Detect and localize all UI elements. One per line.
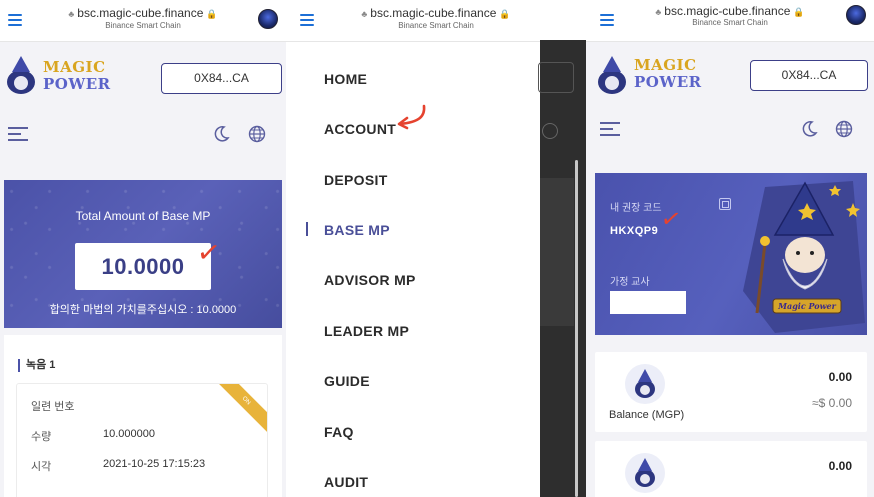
- mgp-token-icon: [625, 364, 665, 404]
- magic-power-logo[interactable]: MAGIC POWER: [594, 54, 701, 98]
- wizard-logo-icon: [3, 56, 39, 96]
- globe-icon[interactable]: [835, 120, 853, 138]
- site-icon: ♣: [68, 9, 75, 19]
- copy-icon[interactable]: [719, 198, 731, 210]
- browser-bar: ♣ bsc.magic-cube.finance 🔒 Binance Smart C…: [0, 0, 286, 42]
- globe-icon[interactable]: [248, 125, 266, 143]
- url-bar[interactable]: ♣ bsc.magic-cube.finance 🔒: [0, 6, 286, 20]
- nav-menu-screen: ♣ bsc.magic-cube.finance 🔒 Binance Smart C…: [286, 0, 586, 497]
- balance-card-2: 0.00: [595, 441, 867, 497]
- account-screen: ♣ bsc.magic-cube.finance 🔒 Binance Smart C…: [586, 0, 874, 497]
- nav-item-advisor-mp[interactable]: ADVISOR MP: [324, 272, 416, 288]
- quantity-label: 수량: [31, 431, 52, 443]
- record-details: ON 일련 번호 수량 10.000000 시각 2021-10-25 17:15:…: [16, 383, 268, 497]
- nav-item-guide[interactable]: GUIDE: [324, 373, 370, 389]
- referral-card: 내 권장 코드 HKXQP9 ✓ 가정 교사 Magic Power: [595, 173, 867, 335]
- hamburger-menu-icon[interactable]: [600, 122, 620, 136]
- scrollbar[interactable]: [575, 160, 578, 497]
- moon-icon[interactable]: [212, 125, 230, 143]
- magic-power-logo[interactable]: MAGIC POWER: [3, 54, 110, 98]
- nav-item-base-mp[interactable]: BASE MP: [324, 222, 390, 238]
- time-value: 2021-10-25 17:15:23: [103, 458, 206, 470]
- referral-label: 내 권장 코드: [610, 203, 662, 214]
- url-text: bsc.magic-cube.finance: [77, 6, 204, 20]
- logo-text-magic: MAGIC: [43, 58, 106, 76]
- serial-label: 일련 번호: [31, 401, 75, 413]
- serial-row: 일련 번호: [31, 398, 75, 414]
- site-icon: ♣: [655, 7, 662, 17]
- active-indicator: [306, 222, 308, 236]
- status-ribbon: ON: [209, 384, 267, 438]
- url-bar[interactable]: ♣ bsc.magic-cube.finance 🔒: [586, 4, 874, 18]
- logo-text-magic: MAGIC: [634, 56, 697, 74]
- wizard-logo-icon: [594, 56, 630, 96]
- tutor-label: 가정 교사: [610, 277, 650, 288]
- logo-text-power: POWER: [634, 73, 702, 91]
- base-mp-screen: ♣ bsc.magic-cube.finance 🔒 Binance Smart C…: [0, 0, 286, 497]
- lock-icon: 🔒: [206, 9, 218, 19]
- avatar[interactable]: [258, 9, 278, 29]
- nav-item-leader-mp[interactable]: LEADER MP: [324, 323, 409, 339]
- browser-bar: ♣ bsc.magic-cube.finance 🔒 Binance Smart C…: [286, 0, 586, 42]
- base-mp-value: 10.0000: [75, 243, 211, 290]
- balance-value-2: 0.00: [828, 459, 852, 473]
- balance-label: Balance (MGP): [609, 409, 685, 421]
- time-label: 시각: [31, 461, 52, 473]
- browser-bar: ♣ bsc.magic-cube.finance 🔒 Binance Smart C…: [586, 0, 874, 42]
- logo-text-power: POWER: [43, 75, 111, 93]
- url-bar[interactable]: ♣ bsc.magic-cube.finance 🔒: [286, 6, 586, 20]
- nav-item-faq[interactable]: FAQ: [324, 424, 354, 440]
- wallet-address-button[interactable]: 0X84...CA: [750, 60, 868, 91]
- moon-icon[interactable]: [800, 120, 818, 138]
- base-mp-card: Total Amount of Base MP 10.0000 ✓ 합의한 마법…: [4, 180, 282, 328]
- wallet-address-button[interactable]: 0X84...CA: [161, 63, 282, 94]
- nav-item-home[interactable]: HOME: [324, 71, 367, 87]
- tutor-value-redacted: [610, 291, 686, 314]
- record-card: 녹음 1 ON 일련 번호 수량 10.000000 시각 2021-10-25 1…: [4, 335, 282, 497]
- base-mp-title: Total Amount of Base MP: [75, 209, 211, 223]
- nav-item-audit[interactable]: AUDIT: [324, 474, 368, 490]
- wizard-illustration: Magic Power: [743, 181, 865, 333]
- hamburger-menu-icon[interactable]: [8, 127, 28, 141]
- quantity-row: 수량 10.000000: [31, 428, 155, 444]
- url-text: bsc.magic-cube.finance: [664, 4, 791, 18]
- record-title: 녹음 1: [18, 359, 55, 372]
- quantity-value: 10.000000: [103, 428, 155, 440]
- nav-item-account[interactable]: ACCOUNT: [324, 121, 396, 137]
- red-checkmark-icon: ✓: [194, 234, 223, 271]
- red-arrow-annotation: [397, 104, 426, 130]
- url-text: bsc.magic-cube.finance: [370, 6, 497, 20]
- balance-card: Balance (MGP) 0.00 ≈$ 0.00: [595, 352, 867, 432]
- avatar[interactable]: [846, 5, 866, 25]
- site-icon: ♣: [361, 9, 368, 19]
- url-subtitle: Binance Smart Chain: [692, 18, 768, 27]
- balance-usd: ≈$ 0.00: [812, 396, 852, 410]
- nav-item-deposit[interactable]: DEPOSIT: [324, 172, 388, 188]
- base-mp-footer: 합의한 마법의 가치를주십시오 : 10.0000: [49, 304, 237, 316]
- url-subtitle: Binance Smart Chain: [105, 21, 181, 30]
- wizard-caption: Magic Power: [777, 301, 836, 311]
- time-row: 시각 2021-10-25 17:15:23: [31, 458, 205, 474]
- mgp-token-icon: [625, 453, 665, 493]
- url-subtitle: Binance Smart Chain: [398, 21, 474, 30]
- lock-icon: 🔒: [793, 7, 805, 17]
- dimmed-overlay[interactable]: [538, 40, 586, 497]
- red-checkmark-icon: ✓: [658, 203, 684, 235]
- balance-value: 0.00: [828, 370, 852, 384]
- referral-code: HKXQP9: [610, 225, 659, 237]
- lock-icon: 🔒: [499, 9, 511, 19]
